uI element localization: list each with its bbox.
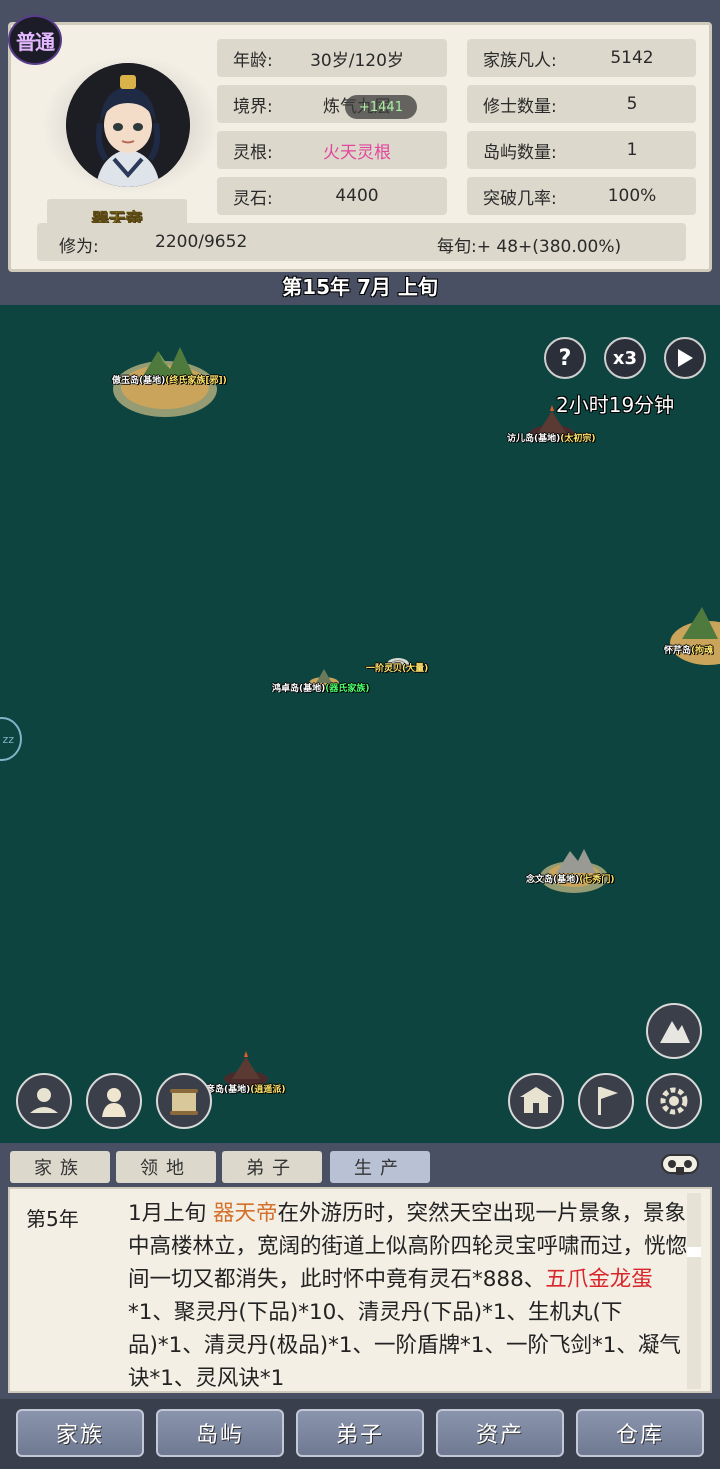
- realm-label: 境界:: [233, 96, 273, 117]
- nav-assets-button[interactable]: 资产: [436, 1409, 564, 1457]
- scroll-button[interactable]: [156, 1073, 212, 1129]
- island-huaiqin[interactable]: [668, 599, 720, 673]
- countdown-timer: 2小时19分钟: [556, 393, 675, 417]
- territory-flag-button[interactable]: [578, 1073, 634, 1129]
- island-icon: [540, 849, 608, 893]
- island-nianwen[interactable]: [538, 841, 610, 899]
- spirit-stone-stat: 灵石: 4400: [217, 177, 447, 215]
- nav-islands-button[interactable]: 岛屿: [156, 1409, 284, 1457]
- play-icon: [678, 349, 693, 367]
- mountain-button[interactable]: [646, 1003, 702, 1059]
- person-icon: [102, 1088, 126, 1117]
- nav-disciples-button[interactable]: 弟子: [296, 1409, 424, 1457]
- scroll-map-icon: [170, 1089, 198, 1115]
- cultivators-value: 5: [626, 94, 638, 114]
- tab-disciples[interactable]: 弟子: [222, 1151, 322, 1183]
- sea-map[interactable]: 傲玉岛(基地)(终氏家族[邪]) 访儿岛(基地)(太初宗) ? x3 2小时19…: [0, 305, 720, 1143]
- gear-icon: [660, 1087, 688, 1115]
- cultivation-label: 修为:: [59, 237, 99, 257]
- sect-hall-button[interactable]: [508, 1073, 564, 1129]
- volcano-island-icon: [224, 1051, 268, 1087]
- island-label-fanger: 访儿岛(基地)(太初宗): [507, 434, 596, 444]
- cultivators-stat: 修士数量: 5: [467, 85, 696, 123]
- meditate-button[interactable]: [16, 1073, 72, 1129]
- cultivation-value: 2200/9652: [155, 232, 248, 252]
- log-scrollbar[interactable]: [687, 1193, 701, 1389]
- event-log[interactable]: 第5年 1月上旬 器天帝在外游历时，突然天空出现一片景象，景象中高楼林立，宽阔的…: [8, 1187, 712, 1393]
- tab-family[interactable]: 家族: [10, 1151, 110, 1183]
- game-screen: 器天帝 年龄: 30岁/120岁 境界: 炼气九层 灵根: 火天灵根 灵石: 4…: [0, 0, 720, 1469]
- spirit-stone-label: 灵石:: [233, 188, 273, 209]
- help-button[interactable]: ?: [544, 337, 586, 379]
- mortals-stat: 家族凡人: 5142: [467, 39, 696, 77]
- character-avatar[interactable]: [66, 63, 190, 187]
- mortals-value: 5142: [610, 48, 654, 68]
- scroll-toggle-icon: [661, 1154, 699, 1175]
- bottom-navigation: 家族 岛屿 弟子 资产 仓库: [0, 1399, 720, 1469]
- age-stat: 年龄: 30岁/120岁: [217, 39, 447, 77]
- cultivation-bar: 修为: 2200/9652 每旬:+ 48+(380.00%): [37, 223, 686, 261]
- age-label: 年龄:: [233, 50, 273, 71]
- islands-label: 岛屿数量:: [483, 142, 557, 163]
- meditate-icon: [30, 1088, 58, 1113]
- cultivation-rate: 每旬:+ 48+(380.00%): [437, 237, 622, 257]
- island-label-yan: 彦岛(基地)(逍遥派): [206, 1085, 286, 1095]
- spirit-root-value: 火天灵根: [323, 142, 391, 163]
- islands-stat: 岛屿数量: 1: [467, 131, 696, 169]
- game-date: 第15年 7月 上旬: [282, 275, 438, 299]
- cultivators-label: 修士数量:: [483, 96, 557, 117]
- log-year: 第5年: [26, 1207, 79, 1231]
- log-scroll-toggle[interactable]: [656, 1151, 704, 1177]
- spirit-stone-value: 4400: [335, 186, 379, 206]
- island-label-nianwen: 念文岛(基地)(七秀门): [526, 875, 615, 885]
- island-label-huaiqin: 怀芹岛(拘魂: [664, 646, 714, 656]
- nav-warehouse-button[interactable]: 仓库: [576, 1409, 704, 1457]
- mountain-icon: [660, 1021, 690, 1043]
- breakthrough-stat: 突破几率: 100%: [467, 177, 696, 215]
- spirit-root-stat: 灵根: 火天灵根: [217, 131, 447, 169]
- island-icon: [670, 607, 720, 665]
- tab-territory[interactable]: 领地: [116, 1151, 216, 1183]
- side-drawer-handle[interactable]: zz: [0, 717, 22, 761]
- gain-tooltip: +1441: [345, 95, 417, 119]
- resource-label-shell: 一阶灵贝(大量): [366, 664, 429, 674]
- tab-production[interactable]: 生产: [330, 1151, 430, 1183]
- breakthrough-value: 100%: [607, 186, 657, 206]
- islands-value: 1: [626, 140, 638, 160]
- speed-button[interactable]: x3: [604, 337, 646, 379]
- play-button[interactable]: [664, 337, 706, 379]
- temple-icon: [520, 1087, 552, 1113]
- spirit-root-label: 灵根:: [233, 142, 273, 163]
- flag-icon: [598, 1087, 618, 1115]
- settings-button[interactable]: [646, 1073, 702, 1129]
- grade-badge: 普通: [8, 15, 62, 65]
- log-entry: 1月上旬 器天帝在外游历时，突然天空出现一片景象，景象中高楼林立，宽阔的街道上似…: [128, 1201, 688, 1391]
- character-button[interactable]: [86, 1073, 142, 1129]
- age-value: 30岁/120岁: [310, 50, 404, 71]
- status-panel: 器天帝 年龄: 30岁/120岁 境界: 炼气九层 灵根: 火天灵根 灵石: 4…: [8, 22, 712, 272]
- event-log-frame: 家族 领地 弟子 生产 第5年 1月上旬 器天帝在外游历时，突然天空出现一片景象…: [0, 1143, 720, 1399]
- character-portrait-icon: [66, 63, 190, 187]
- log-character-name: 器天帝: [213, 1201, 278, 1226]
- nav-family-button[interactable]: 家族: [16, 1409, 144, 1457]
- island-label-aoyu: 傲玉岛(基地)(终氏家族[邪]): [112, 376, 227, 386]
- log-scrollbar-thumb[interactable]: [687, 1247, 701, 1257]
- status-frame: 器天帝 年龄: 30岁/120岁 境界: 炼气九层 灵根: 火天灵根 灵石: 4…: [0, 0, 720, 305]
- breakthrough-label: 突破几率:: [483, 188, 557, 209]
- log-rare-item: 五爪金龙蛋: [545, 1267, 653, 1292]
- island-label-hongzhuo: 鸿卓岛(基地)(器氏家族): [272, 684, 370, 694]
- mortals-label: 家族凡人:: [483, 50, 557, 71]
